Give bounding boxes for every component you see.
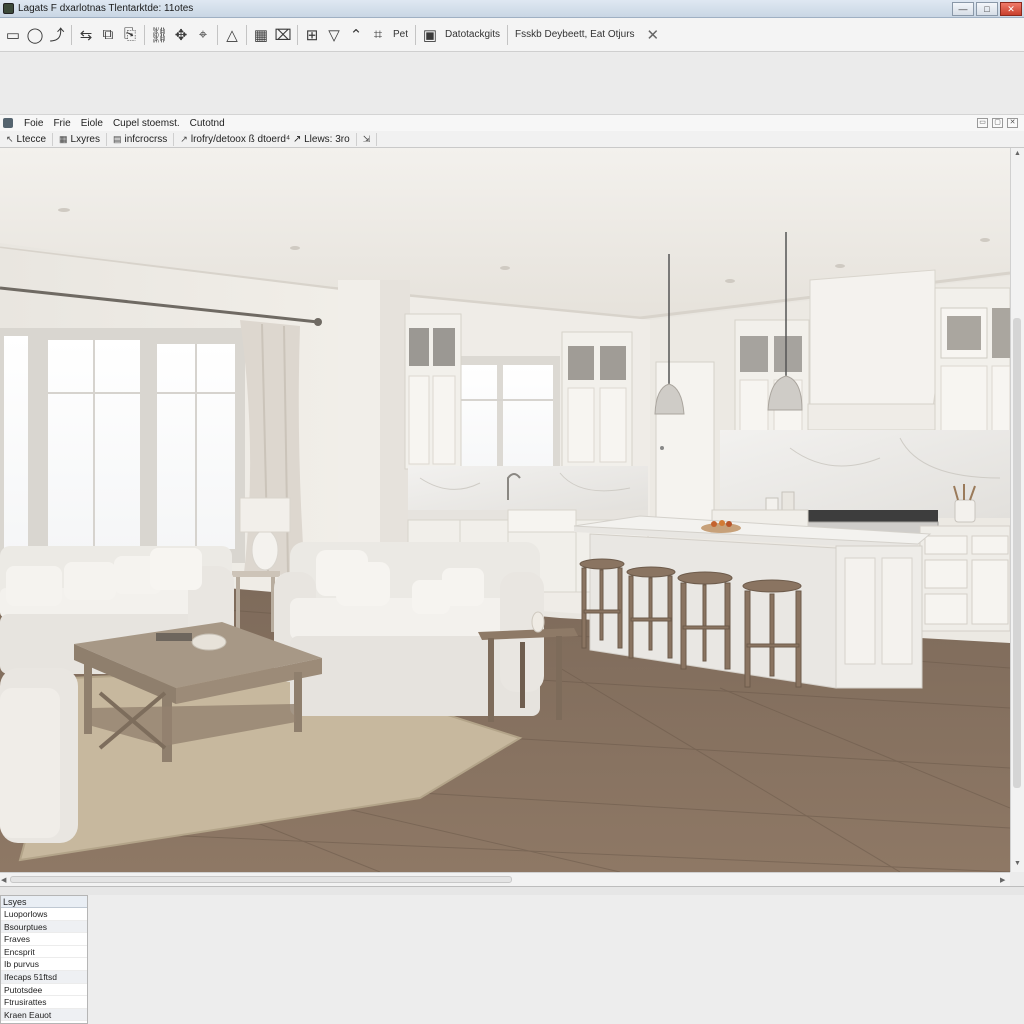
page-icon[interactable]: ⎘ xyxy=(119,24,141,46)
toolbar-close-icon[interactable]: ✕ xyxy=(647,26,660,44)
doc-tool-layers[interactable]: ▦ Lxyres xyxy=(53,132,107,146)
menu-item-1[interactable]: Foie xyxy=(19,118,48,129)
layer-item[interactable]: Ifecaps 51ftsd xyxy=(1,970,87,984)
select-icon: ↖ xyxy=(6,133,14,144)
toolbar-divider xyxy=(217,24,218,45)
open-icon[interactable]: ⤴ xyxy=(46,24,68,46)
horizontal-scrollbar[interactable]: ◀ ▶ xyxy=(0,872,1010,886)
toolbar-text-dropdown[interactable]: Fsskb Deybeett, Eat Otjurs xyxy=(511,29,639,40)
document-toolbar: ↖ Ltecce ▦ Lxyres ▤ infcrocrss ↗ lrofry/… xyxy=(0,131,1024,148)
close-button[interactable]: ✕ xyxy=(1000,1,1022,16)
toolbar-text-datasheets[interactable]: Datotackgits xyxy=(441,29,504,40)
scroll-right-arrow-icon[interactable]: ▶ xyxy=(1000,876,1005,884)
doc-maximize-button[interactable]: ▢ xyxy=(992,118,1003,128)
layers-icon: ▦ xyxy=(59,133,68,144)
main-toolbar: ▭ ◯ ⤴ ⇆ ⧉ ⎘ ⛓ ✥ ⌖ △ ▦ ⌧ ⊞ ▽ ⌃ ⌗ Pet ▣ Da… xyxy=(0,18,1024,52)
move-icon[interactable]: ✥ xyxy=(170,24,192,46)
doc-restore-button[interactable]: ▭ xyxy=(977,118,988,128)
layer-item[interactable]: Kraen Eauot xyxy=(1,1008,87,1022)
interior-render-image xyxy=(0,148,1010,872)
vertical-scroll-thumb[interactable] xyxy=(1013,318,1021,788)
doc-tool-label: lrofry/detoox ß dtoerd⁴ ↗ Llews: 3ro xyxy=(190,133,350,145)
doc-tool-label: Lxyres xyxy=(70,133,100,145)
toolbar-divider xyxy=(507,24,509,45)
title-bar: Lagats F dxarlotnas Tlentarktde: 11otes … xyxy=(0,0,1024,18)
layer-item[interactable]: Encsprit xyxy=(1,946,87,959)
toolbar-divider xyxy=(246,24,247,45)
scroll-left-arrow-icon[interactable]: ◀ xyxy=(1,876,6,884)
document-window-controls: ▭ ▢ ✕ xyxy=(977,118,1018,128)
layer-item[interactable]: Fraves xyxy=(1,933,87,946)
layers-panel: Lsyes Luoporlows Bsourptues Fraves Encsp… xyxy=(0,895,88,1024)
doc-close-button[interactable]: ✕ xyxy=(1007,118,1018,128)
doc-tool-path[interactable]: ↗ lrofry/detoox ß dtoerd⁴ ↗ Llews: 3ro xyxy=(174,132,357,146)
menu-item-5[interactable]: Cutotnd xyxy=(185,118,230,129)
toolbar-divider xyxy=(415,24,417,45)
render-viewport[interactable] xyxy=(0,148,1010,872)
info-icon: ▤ xyxy=(112,133,122,144)
doc-tool-select[interactable]: ↖ Ltecce xyxy=(0,132,54,146)
app-icon xyxy=(3,3,14,14)
filter-icon[interactable]: ▽ xyxy=(323,24,345,46)
toolbar-text-pet[interactable]: Pet xyxy=(389,29,412,40)
path-icon: ↗ xyxy=(180,133,188,144)
doc-tool-info[interactable]: ▤ infcrocrss xyxy=(107,132,175,146)
doc-tool-label: infcrocrss xyxy=(124,133,168,145)
image-icon[interactable]: ▣ xyxy=(419,24,441,46)
toolbar-divider xyxy=(297,24,298,45)
triangle-icon[interactable]: △ xyxy=(221,24,243,46)
toolbar-divider xyxy=(144,24,145,45)
grid-icon[interactable]: ⊞ xyxy=(301,24,323,46)
menu-item-4[interactable]: Cupel stoemst. xyxy=(108,118,185,129)
layers-panel-title: Lsyes xyxy=(1,896,87,908)
vertical-scrollbar[interactable]: ▲ ▼ xyxy=(1010,148,1024,872)
lasso-icon[interactable]: ◯ xyxy=(24,24,46,46)
file-icon[interactable]: ▭ xyxy=(2,24,24,46)
bottom-empty-panel xyxy=(88,895,1024,1024)
menu-item-2[interactable]: Frie xyxy=(48,118,75,129)
empty-ribbon-area xyxy=(0,53,1024,114)
scroll-up-arrow-icon[interactable]: ▲ xyxy=(1014,150,1021,157)
arrows-icon[interactable]: ⇆ xyxy=(75,24,97,46)
maximize-button[interactable]: □ xyxy=(976,1,998,16)
layer-item[interactable]: Putotsdee xyxy=(1,984,87,997)
doc-tool-label: Ltecce xyxy=(16,133,47,145)
copy-icon[interactable]: ⧉ xyxy=(97,24,119,46)
layer-item[interactable]: Bsourptues xyxy=(1,920,87,934)
minimize-button[interactable]: — xyxy=(952,1,974,16)
toolbar-divider xyxy=(71,24,72,45)
pin-icon[interactable]: ⌖ xyxy=(192,24,214,46)
horizontal-scroll-thumb[interactable] xyxy=(10,876,512,883)
document-icon xyxy=(3,118,13,128)
layer-item[interactable]: Ftrusirattes xyxy=(1,996,87,1009)
device-icon[interactable]: ⌧ xyxy=(272,24,294,46)
scroll-down-arrow-icon[interactable]: ▼ xyxy=(1014,860,1021,867)
window-controls: — □ ✕ xyxy=(952,1,1022,16)
layer-item[interactable]: Luoporlows xyxy=(1,908,87,921)
link-icon[interactable]: ⛓ xyxy=(148,24,170,46)
pointer-icon[interactable]: ⌃ xyxy=(345,24,367,46)
menu-item-3[interactable]: Eiole xyxy=(76,118,108,129)
calendar-icon[interactable]: ▦ xyxy=(250,24,272,46)
window-title: Lagats F dxarlotnas Tlentarktde: 11otes xyxy=(18,3,194,14)
crop-icon[interactable]: ⌗ xyxy=(367,24,389,46)
expand-icon: ⇲ xyxy=(362,133,371,144)
layer-item[interactable]: Ib purvus xyxy=(1,958,87,971)
document-menubar: Foie Frie Eiole Cupel stoemst. Cutotnd ▭… xyxy=(0,114,1024,131)
doc-tool-expand[interactable]: ⇲ xyxy=(357,132,378,146)
